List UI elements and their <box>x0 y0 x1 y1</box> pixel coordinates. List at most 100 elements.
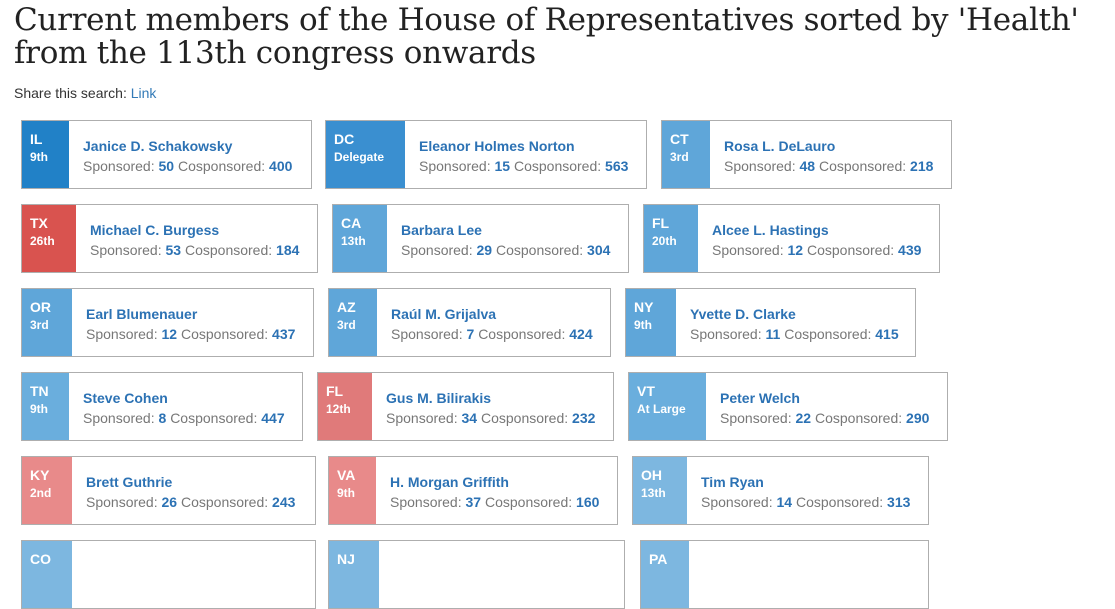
state-code: OH <box>641 467 662 483</box>
district-label: 12th <box>326 402 351 416</box>
bill-stats: Sponsored: 7 Cosponsored: 424 <box>391 324 593 344</box>
member-name-link[interactable]: Earl Blumenauer <box>86 304 295 324</box>
district-label: 2nd <box>30 486 52 500</box>
member-name-link[interactable]: Brett Guthrie <box>86 472 295 492</box>
cosponsored-label: Cosponsored: <box>184 242 273 258</box>
district-label: 20th <box>652 234 677 248</box>
member-name-link[interactable]: Tim Ryan <box>701 472 910 492</box>
bill-stats: Sponsored: 53 Cosponsored: 184 <box>90 240 299 260</box>
member-card[interactable]: PA <box>640 540 929 609</box>
state-badge: CO <box>22 541 72 608</box>
member-name-link[interactable]: Peter Welch <box>720 388 929 408</box>
member-card[interactable]: VT At Large Peter Welch Sponsored: 22 Co… <box>628 372 948 441</box>
member-card[interactable]: FL 20th Alcee L. Hastings Sponsored: 12 … <box>643 204 940 273</box>
cosponsored-count: 160 <box>576 494 600 510</box>
share-link[interactable]: Link <box>131 85 157 101</box>
cosponsored-label: Cosponsored: <box>170 410 258 426</box>
bill-stats: Sponsored: 22 Cosponsored: 290 <box>720 408 929 428</box>
bill-stats: Sponsored: 50 Cosponsored: 400 <box>83 156 292 176</box>
district-label: 3rd <box>30 318 49 332</box>
state-badge: NJ <box>329 541 379 608</box>
cosponsored-count: 232 <box>572 410 596 426</box>
sponsored-label: Sponsored: <box>83 158 155 174</box>
cosponsored-label: Cosponsored: <box>177 158 266 174</box>
state-code: PA <box>649 551 668 567</box>
sponsored-label: Sponsored: <box>386 410 458 426</box>
state-code: CT <box>670 131 689 147</box>
sponsored-count: 48 <box>799 158 816 174</box>
bill-stats: Sponsored: 26 Cosponsored: 243 <box>86 492 295 512</box>
member-card[interactable]: OR 3rd Earl Blumenauer Sponsored: 12 Cos… <box>21 288 314 357</box>
district-label: 13th <box>341 234 366 248</box>
cosponsored-label: Cosponsored: <box>806 242 895 258</box>
cosponsored-count: 447 <box>261 410 285 426</box>
cosponsored-count: 243 <box>272 494 296 510</box>
member-name-link[interactable]: Yvette D. Clarke <box>690 304 899 324</box>
member-card[interactable]: CO <box>21 540 316 609</box>
sponsored-label: Sponsored: <box>391 326 463 342</box>
member-card[interactable]: TX 26th Michael C. Burgess Sponsored: 53… <box>21 204 318 273</box>
member-name-link[interactable]: Steve Cohen <box>83 388 285 408</box>
cosponsored-count: 415 <box>875 326 899 342</box>
sponsored-label: Sponsored: <box>90 242 162 258</box>
member-name-link[interactable]: Gus M. Bilirakis <box>386 388 595 408</box>
cosponsored-count: 184 <box>276 242 300 258</box>
member-card[interactable]: FL 12th Gus M. Bilirakis Sponsored: 34 C… <box>317 372 614 441</box>
member-name-link[interactable]: Janice D. Schakowsky <box>83 136 292 156</box>
member-card[interactable]: NJ <box>328 540 625 609</box>
cosponsored-label: Cosponsored: <box>818 158 907 174</box>
member-card[interactable]: KY 2nd Brett Guthrie Sponsored: 26 Cospo… <box>21 456 316 525</box>
state-badge: TX 26th <box>22 205 76 272</box>
sponsored-count: 14 <box>776 494 793 510</box>
member-card[interactable]: IL 9th Janice D. Schakowsky Sponsored: 5… <box>21 120 312 189</box>
member-name-link[interactable]: Alcee L. Hastings <box>712 220 921 240</box>
sponsored-label: Sponsored: <box>86 494 158 510</box>
member-card[interactable]: NY 9th Yvette D. Clarke Sponsored: 11 Co… <box>625 288 916 357</box>
member-card[interactable]: DC Delegate Eleanor Holmes Norton Sponso… <box>325 120 647 189</box>
state-badge: AZ 3rd <box>329 289 377 356</box>
member-card[interactable]: CT 3rd Rosa L. DeLauro Sponsored: 48 Cos… <box>661 120 952 189</box>
bill-stats: Sponsored: 29 Cosponsored: 304 <box>401 240 610 260</box>
member-card[interactable]: TN 9th Steve Cohen Sponsored: 8 Cosponso… <box>21 372 303 441</box>
state-badge: PA <box>641 541 689 608</box>
member-name-link[interactable]: Barbara Lee <box>401 220 610 240</box>
member-name-link[interactable]: Eleanor Holmes Norton <box>419 136 628 156</box>
cosponsored-count: 304 <box>587 242 611 258</box>
sponsored-count: 12 <box>787 242 804 258</box>
state-code: FL <box>326 383 344 399</box>
member-card[interactable]: VA 9th H. Morgan Griffith Sponsored: 37 … <box>328 456 618 525</box>
cosponsored-label: Cosponsored: <box>495 242 584 258</box>
sponsored-count: 50 <box>158 158 175 174</box>
cosponsored-count: 218 <box>910 158 934 174</box>
state-code: KY <box>30 467 50 483</box>
cosponsored-label: Cosponsored: <box>814 410 903 426</box>
state-code: VT <box>637 383 655 399</box>
district-label: At Large <box>637 402 686 416</box>
state-badge: CT 3rd <box>662 121 710 188</box>
state-code: TN <box>30 383 49 399</box>
district-label: 3rd <box>337 318 356 332</box>
district-label: 3rd <box>670 150 689 164</box>
member-card[interactable]: CA 13th Barbara Lee Sponsored: 29 Cospon… <box>332 204 629 273</box>
sponsored-label: Sponsored: <box>86 326 158 342</box>
cosponsored-label: Cosponsored: <box>484 494 573 510</box>
member-name-link[interactable]: Raúl M. Grijalva <box>391 304 593 324</box>
member-name-link[interactable]: Michael C. Burgess <box>90 220 299 240</box>
cosponsored-label: Cosponsored: <box>513 158 602 174</box>
state-code: CO <box>30 551 51 567</box>
sponsored-count: 37 <box>465 494 482 510</box>
sponsored-count: 8 <box>158 410 167 426</box>
member-card[interactable]: OH 13th Tim Ryan Sponsored: 14 Cosponsor… <box>632 456 929 525</box>
bill-stats: Sponsored: 48 Cosponsored: 218 <box>724 156 933 176</box>
bill-stats: Sponsored: 12 Cosponsored: 437 <box>86 324 295 344</box>
cosponsored-label: Cosponsored: <box>795 494 884 510</box>
sponsored-count: 22 <box>795 410 812 426</box>
member-name-link[interactable]: Rosa L. DeLauro <box>724 136 933 156</box>
state-badge: NY 9th <box>626 289 676 356</box>
member-name-link[interactable]: H. Morgan Griffith <box>390 472 599 492</box>
district-label: 26th <box>30 234 55 248</box>
bill-stats: Sponsored: 12 Cosponsored: 439 <box>712 240 921 260</box>
member-card[interactable]: AZ 3rd Raúl M. Grijalva Sponsored: 7 Cos… <box>328 288 611 357</box>
sponsored-count: 12 <box>161 326 178 342</box>
district-label: Delegate <box>334 150 385 164</box>
